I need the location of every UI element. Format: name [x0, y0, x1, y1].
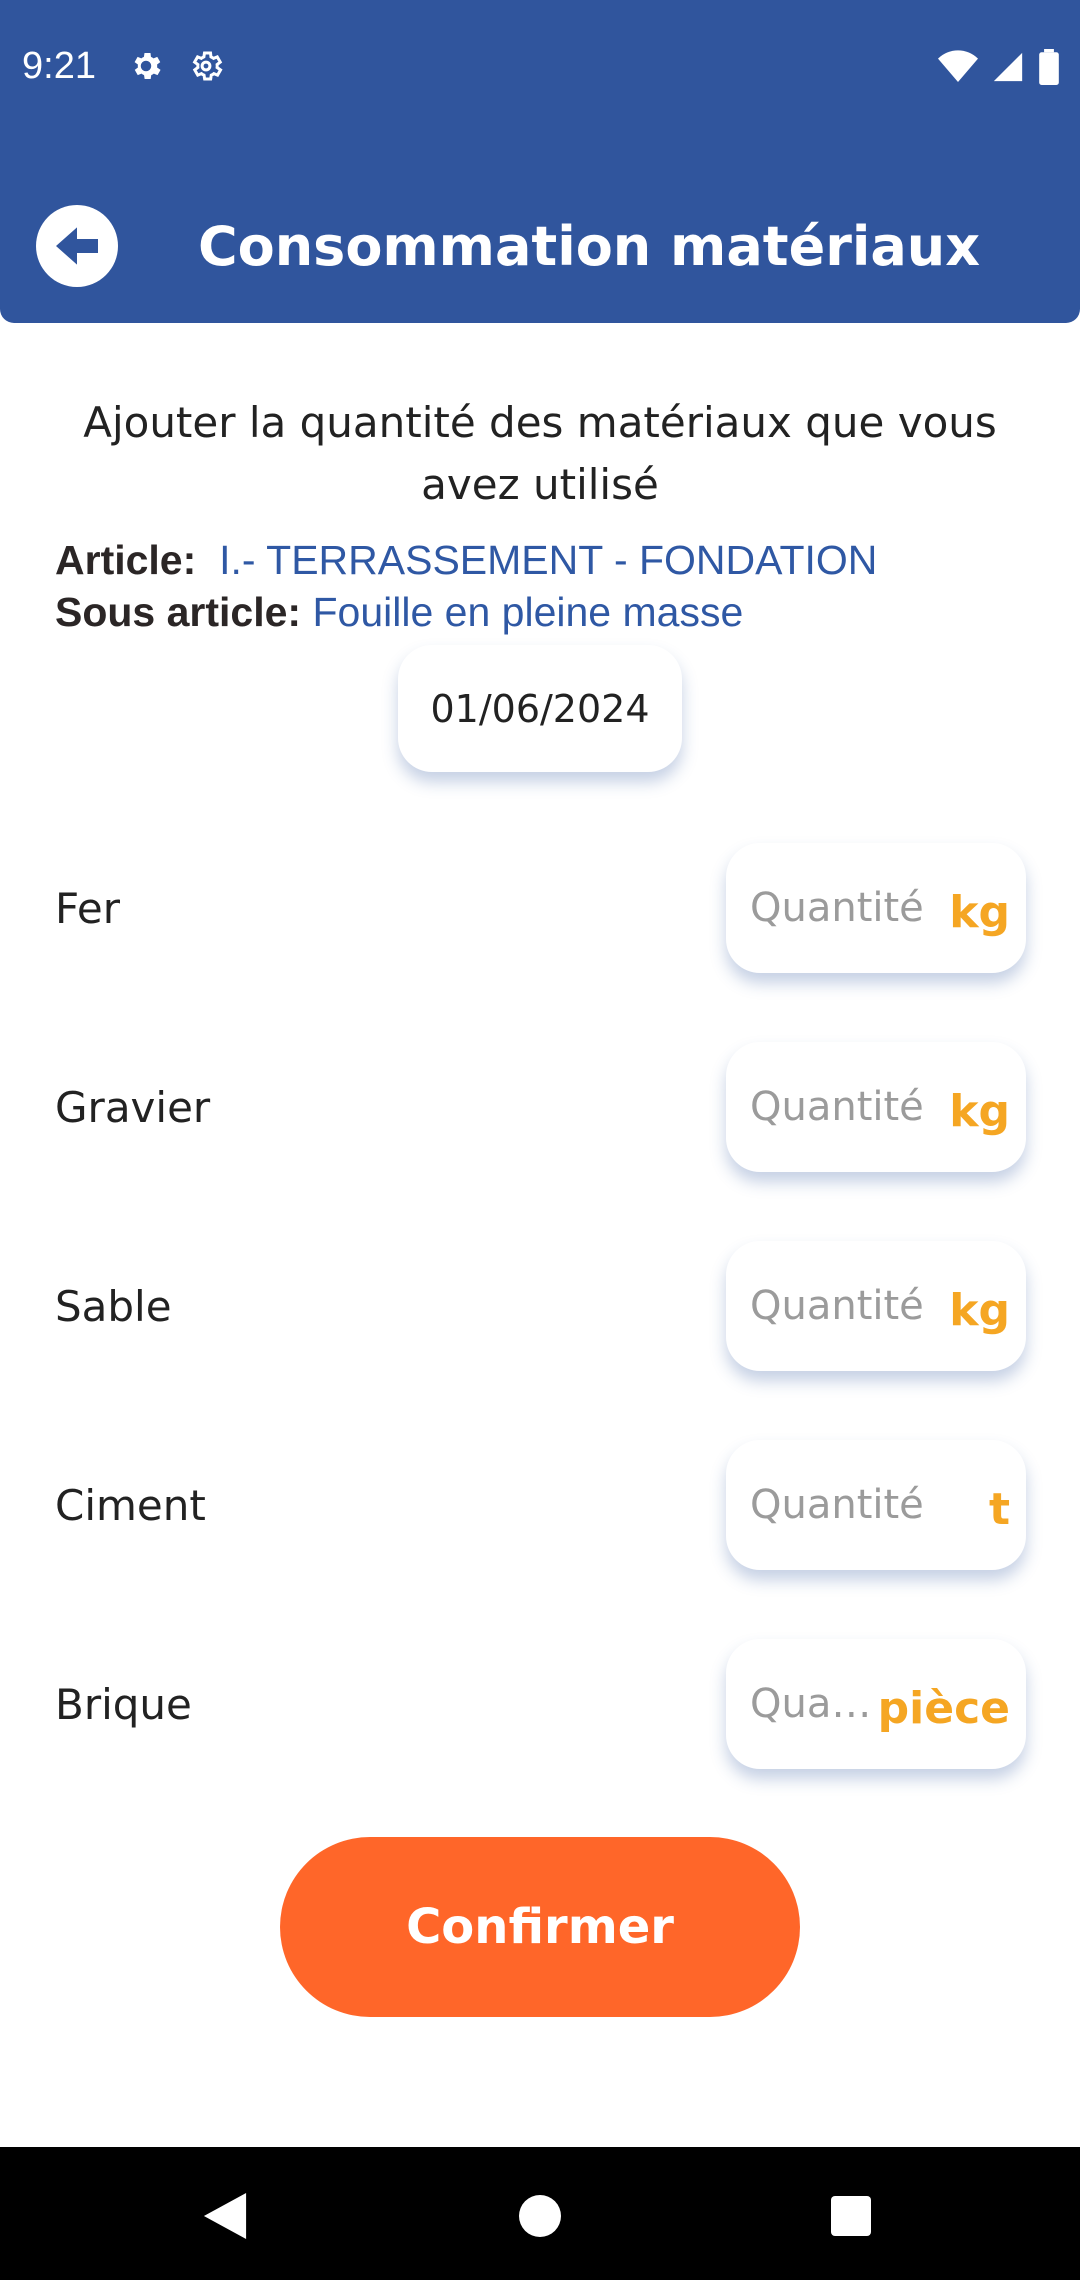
nav-recents-button[interactable] — [806, 2171, 896, 2261]
material-name: Sable — [55, 1282, 172, 1331]
confirm-button[interactable]: Confirmer — [280, 1837, 800, 2017]
material-name: Gravier — [55, 1083, 211, 1132]
sous-article-value: Fouille en pleine masse — [312, 589, 744, 635]
unit-label: kg — [949, 1285, 1010, 1336]
quantity-input-ciment[interactable] — [750, 1478, 950, 1532]
article-label: Article: — [55, 537, 197, 583]
material-row-fer: Fer kg — [0, 843, 1080, 973]
material-row-ciment: Ciment t — [0, 1440, 1080, 1570]
quantity-field-container[interactable]: kg — [726, 1241, 1026, 1371]
signal-icon — [993, 52, 1023, 82]
material-row-brique: Brique pièce — [0, 1639, 1080, 1769]
material-name: Fer — [55, 884, 120, 933]
recents-square-icon — [831, 2196, 871, 2236]
settings-gear-icon — [134, 52, 161, 80]
unit-label: kg — [949, 1086, 1010, 1137]
material-row-gravier: Gravier kg — [0, 1042, 1080, 1172]
home-circle-icon — [519, 2195, 561, 2237]
quantity-field-container[interactable]: kg — [726, 1042, 1026, 1172]
unit-label: t — [988, 1484, 1010, 1535]
quantity-field-container[interactable]: pièce — [726, 1639, 1026, 1769]
quantity-input-fer[interactable] — [750, 881, 940, 935]
system-nav-bar — [0, 2147, 1080, 2280]
nav-home-button[interactable] — [495, 2171, 585, 2261]
battery-icon — [1039, 49, 1059, 85]
status-time: 9:21 — [22, 45, 96, 87]
page-title: Consommation matériaux — [198, 215, 981, 278]
sous-article-line: Sous article: Fouille en pleine masse — [55, 586, 743, 638]
status-icons — [938, 48, 1060, 86]
material-row-sable: Sable kg — [0, 1241, 1080, 1371]
wifi-icon — [938, 50, 978, 82]
article-value: I.- TERRASSEMENT - FONDATION — [219, 537, 878, 583]
sous-article-label: Sous article: — [55, 589, 302, 635]
nav-back-button[interactable] — [180, 2171, 270, 2261]
unit-label: pièce — [877, 1683, 1010, 1734]
quantity-input-sable[interactable] — [750, 1279, 940, 1333]
quantity-input-brique[interactable] — [750, 1677, 880, 1731]
quantity-field-container[interactable]: t — [726, 1440, 1026, 1570]
article-line: Article: I.- TERRASSEMENT - FONDATION — [55, 534, 877, 586]
back-triangle-icon — [203, 2193, 247, 2239]
quantity-input-gravier[interactable] — [750, 1080, 940, 1134]
unit-label: kg — [949, 887, 1010, 938]
instruction-text: Ajouter la quantité des matériaux que vo… — [83, 398, 997, 509]
date-picker[interactable]: 01/06/2024 — [398, 645, 682, 772]
material-name: Brique — [55, 1680, 192, 1729]
settings-gear-outline-icon — [192, 51, 223, 81]
back-button[interactable] — [36, 205, 118, 287]
material-name: Ciment — [55, 1481, 206, 1530]
arrow-left-icon — [56, 227, 98, 265]
app-header: 9:21 Consommation matériaux — [0, 0, 1080, 323]
quantity-field-container[interactable]: kg — [726, 843, 1026, 973]
